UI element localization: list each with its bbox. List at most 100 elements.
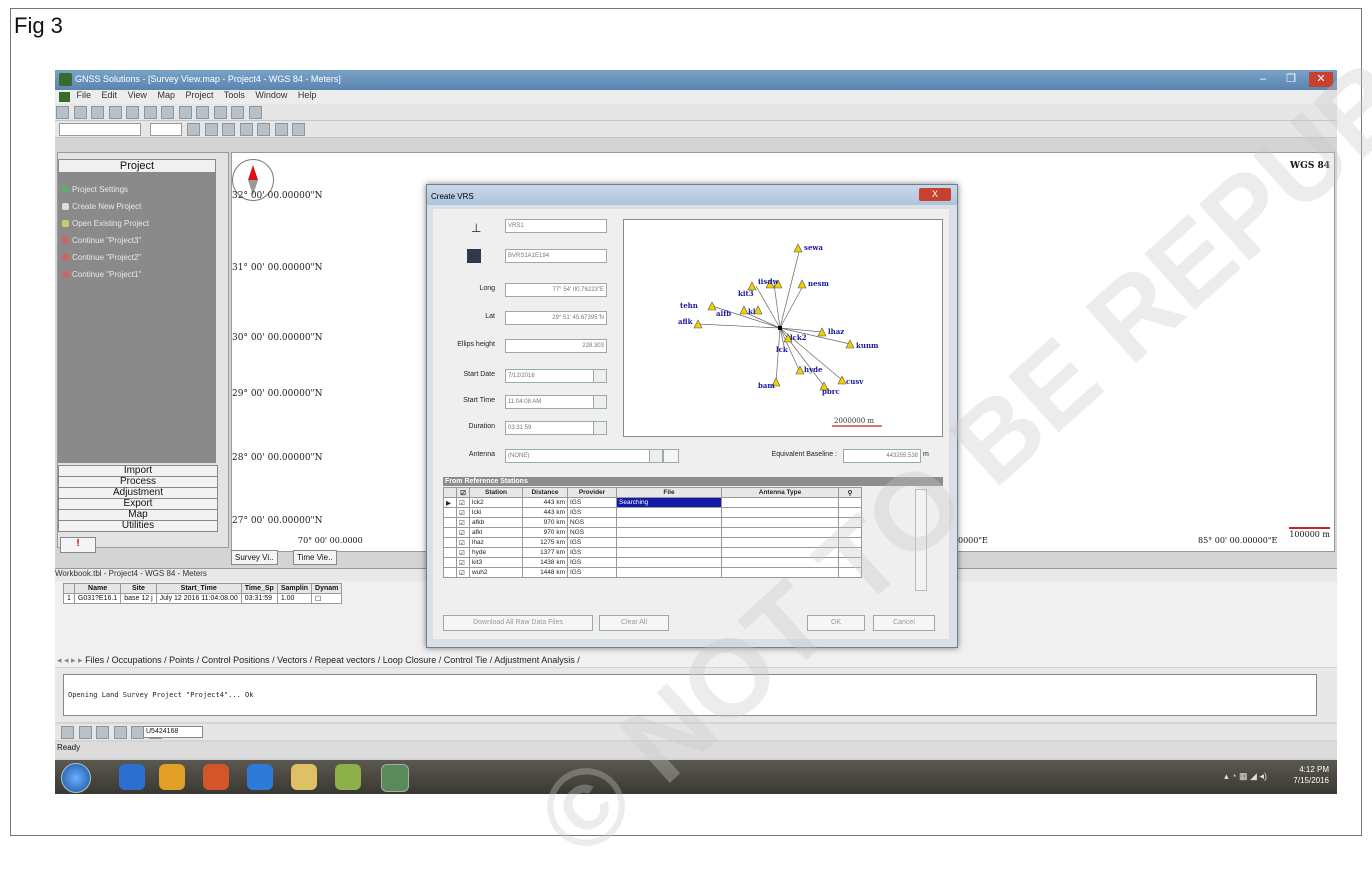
save-icon[interactable] (467, 249, 481, 263)
row-button[interactable] (838, 567, 862, 578)
system-tray-icons[interactable]: ▴ ◔ ▦ ◢ ◂) (1224, 771, 1267, 782)
row-checkbox[interactable]: ☑ (456, 557, 470, 568)
vrs-file-field[interactable]: BVRS1A1E194 (505, 249, 607, 263)
font-select[interactable] (59, 123, 141, 136)
table-row[interactable]: ☑ afkl 970 km NGS (443, 527, 862, 538)
notes-icon[interactable] (335, 764, 361, 790)
row-button[interactable] (838, 507, 862, 518)
ellips-height-field[interactable]: 228.303 (505, 339, 607, 353)
antenna-select[interactable]: (NONE) (505, 449, 663, 463)
tab-nav-arrows-icon[interactable]: ◂ ◂ ▸ ▸ (57, 655, 85, 665)
zoom-in-icon[interactable] (78, 726, 92, 739)
column-header[interactable]: Dynam (311, 583, 343, 594)
minimize-icon[interactable]: – (1251, 72, 1275, 87)
continue-project3-item[interactable]: Continue "Project3" (62, 236, 141, 245)
longitude-field[interactable]: 77° 54' 00.76223"E (505, 283, 607, 297)
workbook-tabs[interactable]: ◂ ◂ ▸ ▸ Files / Occupations / Points / C… (57, 655, 580, 666)
alert-button[interactable]: ! (60, 537, 96, 553)
cut-icon[interactable] (126, 106, 140, 119)
row-checkbox[interactable]: ☑ (456, 527, 470, 538)
dialog-close-button[interactable]: X (919, 188, 951, 201)
zoom-level-select[interactable]: U5424168 (143, 726, 203, 738)
column-header[interactable]: Samplin (276, 583, 313, 594)
row-checkbox[interactable]: ☑ (456, 547, 470, 558)
table-row[interactable]: ▶ ☑ lck2 443 km IGS Searching (443, 497, 862, 508)
paste-icon[interactable] (161, 106, 175, 119)
dynamic-checkbox[interactable]: ☐ (311, 593, 343, 604)
pointer-icon[interactable] (61, 726, 74, 739)
table-row[interactable]: ☑ hyde 1377 km IGS (443, 547, 862, 558)
firefox-icon[interactable] (203, 764, 229, 790)
tab-time-view[interactable]: Time Vie.. (293, 550, 337, 565)
table-row[interactable]: ☑ lhaz 1275 km IGS (443, 537, 862, 548)
menu-project[interactable]: Project (185, 90, 213, 100)
menu-edit[interactable]: Edit (102, 90, 118, 100)
dropdown-arrow-icon[interactable] (593, 370, 606, 382)
clock[interactable]: 4:12 PM 7/15/2016 (1293, 764, 1329, 786)
column-header[interactable]: Time_Sp (240, 583, 278, 594)
app-menu-icon[interactable] (59, 92, 70, 102)
download-all-button[interactable]: Download All Raw Data Files (443, 615, 593, 631)
column-header[interactable]: Name (73, 583, 122, 594)
chrome-icon[interactable] (159, 764, 185, 790)
continue-project2-item[interactable]: Continue "Project2" (62, 253, 141, 262)
row-button[interactable] (838, 557, 862, 568)
start-button[interactable] (61, 763, 91, 793)
redo-icon[interactable] (196, 106, 210, 119)
start-time-field[interactable]: 11:04:08 AM (505, 395, 607, 409)
close-icon[interactable]: ✕ (1309, 72, 1333, 87)
column-header[interactable]: Start_Time (155, 583, 242, 594)
explorer-icon[interactable] (291, 764, 317, 790)
size-select[interactable] (149, 123, 182, 136)
save-icon[interactable] (91, 106, 105, 119)
spinner-icon[interactable] (593, 422, 606, 434)
gnss-app-icon[interactable] (381, 764, 409, 792)
column-header[interactable]: File (616, 487, 722, 498)
row-checkbox[interactable]: ☑ (456, 507, 470, 518)
create-new-project-item[interactable]: Create New Project (62, 202, 141, 211)
column-header[interactable]: Station (469, 487, 523, 498)
select-all-checkbox[interactable]: ☑ (456, 487, 470, 498)
eraser-icon[interactable] (248, 106, 262, 119)
row-button[interactable] (838, 527, 862, 538)
print-icon[interactable] (108, 106, 122, 119)
menu-view[interactable]: View (128, 90, 147, 100)
layers-icon[interactable] (231, 106, 245, 119)
table-scrollbar[interactable] (915, 489, 927, 591)
duration-field[interactable]: 03:31:59 (505, 421, 607, 435)
underline-icon[interactable] (222, 123, 236, 136)
align-left-icon[interactable] (257, 123, 271, 136)
row-button[interactable] (838, 497, 862, 508)
copy-icon[interactable] (143, 106, 157, 119)
row-button[interactable] (838, 547, 862, 558)
menu-tools[interactable]: Tools (224, 90, 245, 100)
project-settings-item[interactable]: Project Settings (62, 185, 128, 194)
align-center-icon[interactable] (274, 123, 288, 136)
cancel-button[interactable]: Cancel (873, 615, 935, 631)
filter-icon[interactable]: ⚲ (838, 487, 862, 498)
outlook-icon[interactable] (247, 764, 273, 790)
table-row[interactable]: ☑ afkb 970 km NGS (443, 517, 862, 528)
utilities-button[interactable]: Utilities (58, 520, 218, 532)
open-icon[interactable] (73, 106, 87, 119)
ie-icon[interactable] (119, 764, 145, 790)
table-row[interactable]: ☑ wuh2 1448 km IGS (443, 567, 862, 578)
table-row[interactable]: ☑ lcki 443 km IGS (443, 507, 862, 518)
maximize-icon[interactable]: ❐ (1279, 72, 1303, 87)
menu-file[interactable]: File (77, 90, 92, 100)
clear-all-button[interactable]: Clear All (599, 615, 669, 631)
align-right-icon[interactable] (292, 123, 306, 136)
start-date-field[interactable]: 7/12/2016 (505, 369, 607, 383)
bold-icon[interactable] (187, 123, 201, 136)
row-checkbox[interactable]: ☑ (456, 537, 470, 548)
open-existing-project-item[interactable]: Open Existing Project (62, 219, 149, 228)
row-button[interactable] (838, 517, 862, 528)
column-header[interactable]: Provider (567, 487, 617, 498)
table-row[interactable]: 1 G031?E16.1 base 12 j July 12 2016 11:0… (63, 593, 343, 604)
dropdown-arrow-icon[interactable] (649, 450, 662, 462)
ok-button[interactable]: OK (807, 615, 865, 631)
continue-project1-item[interactable]: Continue "Project1" (62, 270, 141, 279)
antenna-browse-button[interactable] (663, 449, 679, 463)
menu-map[interactable]: Map (157, 90, 175, 100)
undo-icon[interactable] (178, 106, 192, 119)
